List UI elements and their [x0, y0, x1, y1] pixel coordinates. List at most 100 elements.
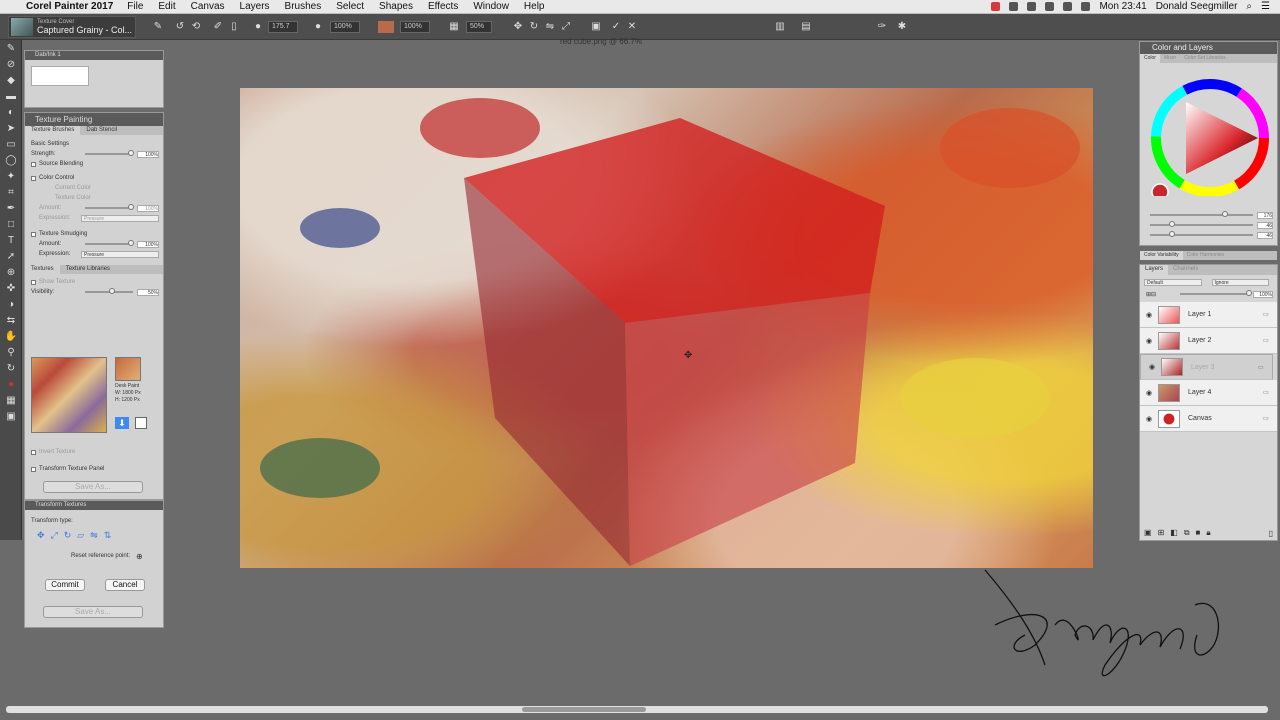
cancel-icon[interactable]: ✕ [626, 21, 638, 33]
document-canvas[interactable]: ✥ [240, 88, 1093, 568]
menu-layers[interactable]: Layers [240, 1, 270, 12]
wifi-icon[interactable] [1081, 2, 1091, 11]
texture-preview[interactable] [31, 357, 107, 433]
flip-v-transform-icon[interactable]: ⇅ [104, 530, 112, 541]
rectangle-select-icon[interactable]: ▭ [4, 138, 18, 152]
menu-help[interactable]: Help [524, 1, 545, 12]
strength-slider[interactable] [85, 150, 135, 156]
lasso-icon[interactable]: ◯ [4, 154, 18, 168]
record-icon[interactable] [991, 2, 1001, 11]
crop-icon[interactable]: ⌗ [4, 186, 18, 200]
shield-icon[interactable] [1027, 2, 1037, 11]
tab-channels[interactable]: Channels [1168, 265, 1203, 275]
layer-opacity-slider[interactable] [1180, 290, 1252, 296]
panel-icon[interactable]: ▥ [774, 21, 786, 33]
shape-select-icon[interactable]: ➚ [4, 250, 18, 264]
layer-adjuster-icon[interactable]: ➤ [4, 122, 18, 136]
visibility-icon[interactable]: ◉ [1144, 337, 1154, 345]
stack-icon[interactable]: ⧉ [1184, 528, 1190, 538]
sync-icon[interactable] [1009, 2, 1019, 11]
tab-layers[interactable]: Layers [1140, 265, 1169, 275]
blender-icon[interactable]: ◐ [4, 106, 18, 120]
fill-icon[interactable]: ◆ [4, 74, 18, 88]
scale-icon[interactable]: ⤢ [560, 21, 572, 33]
fill-icon[interactable]: ■ [1196, 528, 1201, 538]
layer-row[interactable]: ◉ Layer 2 ▭ [1140, 328, 1277, 354]
sat-slider[interactable] [1150, 221, 1253, 227]
paper-icon[interactable]: ▦ [4, 394, 18, 408]
group-icon[interactable]: ⊞ [1158, 528, 1165, 538]
grid-icon[interactable]: ▦ [448, 21, 460, 33]
flip-icon[interactable]: ⇋ [544, 21, 556, 33]
horizontal-scrollbar[interactable] [6, 706, 1268, 713]
texture-color-option[interactable]: Texture Color [25, 193, 163, 203]
volume-icon[interactable] [1063, 2, 1073, 11]
tab-texture-libraries[interactable]: Texture Libraries [60, 265, 116, 274]
app-name[interactable]: Corel Painter 2017 [26, 1, 113, 12]
layer-row[interactable]: ◉ Layer 3 ▭ [1140, 354, 1273, 380]
menu-window[interactable]: Window [473, 1, 509, 12]
move-transform-icon[interactable]: ✥ [37, 530, 45, 541]
current-color-option[interactable]: Current Color [25, 183, 163, 193]
color-triangle[interactable] [1186, 102, 1258, 174]
text-icon[interactable]: T [4, 234, 18, 248]
layer-options-icon[interactable]: ▭ [1258, 364, 1268, 371]
reset-icon[interactable]: ↺ [174, 21, 186, 33]
menu-list-icon[interactable]: ☰ [1261, 1, 1270, 12]
brush-tool-icon[interactable]: ✎ [152, 21, 164, 33]
expression2-select[interactable]: Pressure [81, 250, 159, 258]
magic-wand-icon[interactable]: ✦ [4, 170, 18, 184]
tab-color-sets[interactable]: Color Set Libraries [1180, 54, 1229, 63]
menu-brushes[interactable]: Brushes [285, 1, 322, 12]
menu-shapes[interactable]: Shapes [379, 1, 413, 12]
layer-row[interactable]: ◉ Layer 1 ▭ [1140, 302, 1277, 328]
layout-icon[interactable]: ▤ [800, 21, 812, 33]
doc-icon[interactable]: ▯ [228, 21, 240, 33]
stamp-icon[interactable]: ✜ [4, 282, 18, 296]
brush-tool-icon[interactable]: ✎ [4, 42, 18, 56]
rotate-icon[interactable]: ↻ [528, 21, 540, 33]
hue-slider[interactable] [1150, 211, 1253, 217]
grabber-icon[interactable]: ✋ [4, 330, 18, 344]
size-field[interactable]: 175.7 [268, 21, 298, 33]
user-name[interactable]: Donald Seegmiller [1156, 1, 1238, 12]
commit-icon[interactable]: ✓ [610, 21, 622, 33]
mirror-icon[interactable]: ⇆ [4, 314, 18, 328]
size-icon[interactable]: ● [252, 21, 264, 33]
menu-effects[interactable]: Effects [428, 1, 458, 12]
stroke-icon[interactable]: ⟲ [190, 21, 202, 33]
move-icon[interactable]: ✥ [512, 21, 524, 33]
clone-icon[interactable]: ⊕ [4, 266, 18, 280]
spotlight-icon[interactable]: ⌕ [1246, 1, 1252, 12]
new-texture-icon[interactable] [135, 417, 147, 429]
layer-options-icon[interactable]: ▭ [1263, 389, 1273, 396]
reset-transform-icon[interactable]: ▣ [590, 21, 602, 33]
brush-icon[interactable]: ✑ [876, 21, 888, 33]
composite-method-select[interactable]: Default [1144, 279, 1202, 286]
current-color-swatch[interactable] [1151, 183, 1169, 196]
layer-options-icon[interactable]: ▭ [1263, 337, 1273, 344]
grain-field[interactable]: 100% [400, 21, 430, 33]
main-color-icon[interactable]: ● [4, 378, 18, 392]
settings-icon[interactable]: ✱ [896, 21, 908, 33]
visibility-icon[interactable]: ◉ [1144, 415, 1154, 423]
tab-textures[interactable]: Textures [25, 265, 60, 274]
menu-file[interactable]: File [127, 1, 143, 12]
rotate-page-icon[interactable]: ↻ [4, 362, 18, 376]
tab-color-harmonies[interactable]: Color Harmonies [1183, 251, 1229, 260]
texture-smudging-checkbox[interactable] [31, 231, 36, 237]
show-texture-checkbox[interactable] [31, 279, 36, 285]
brush-selector[interactable]: Texture Cover Captured Grainy - Col... [8, 16, 136, 38]
composite-depth-select[interactable]: Ignore [1211, 279, 1269, 286]
val-slider[interactable] [1150, 231, 1253, 237]
rotate-transform-icon[interactable]: ↻ [64, 530, 72, 541]
pen-tool-icon[interactable]: ✒ [4, 202, 18, 216]
screen-mode-icon[interactable]: ▣ [4, 410, 18, 424]
dodge-icon[interactable]: ◑ [4, 298, 18, 312]
shape-icon[interactable]: □ [4, 218, 18, 232]
pen-icon[interactable]: ✐ [212, 21, 224, 33]
amount2-slider[interactable] [85, 240, 135, 246]
source-blending-checkbox[interactable] [31, 161, 36, 167]
visibility-slider[interactable] [85, 288, 133, 294]
extra-field[interactable]: 50% [466, 21, 492, 33]
